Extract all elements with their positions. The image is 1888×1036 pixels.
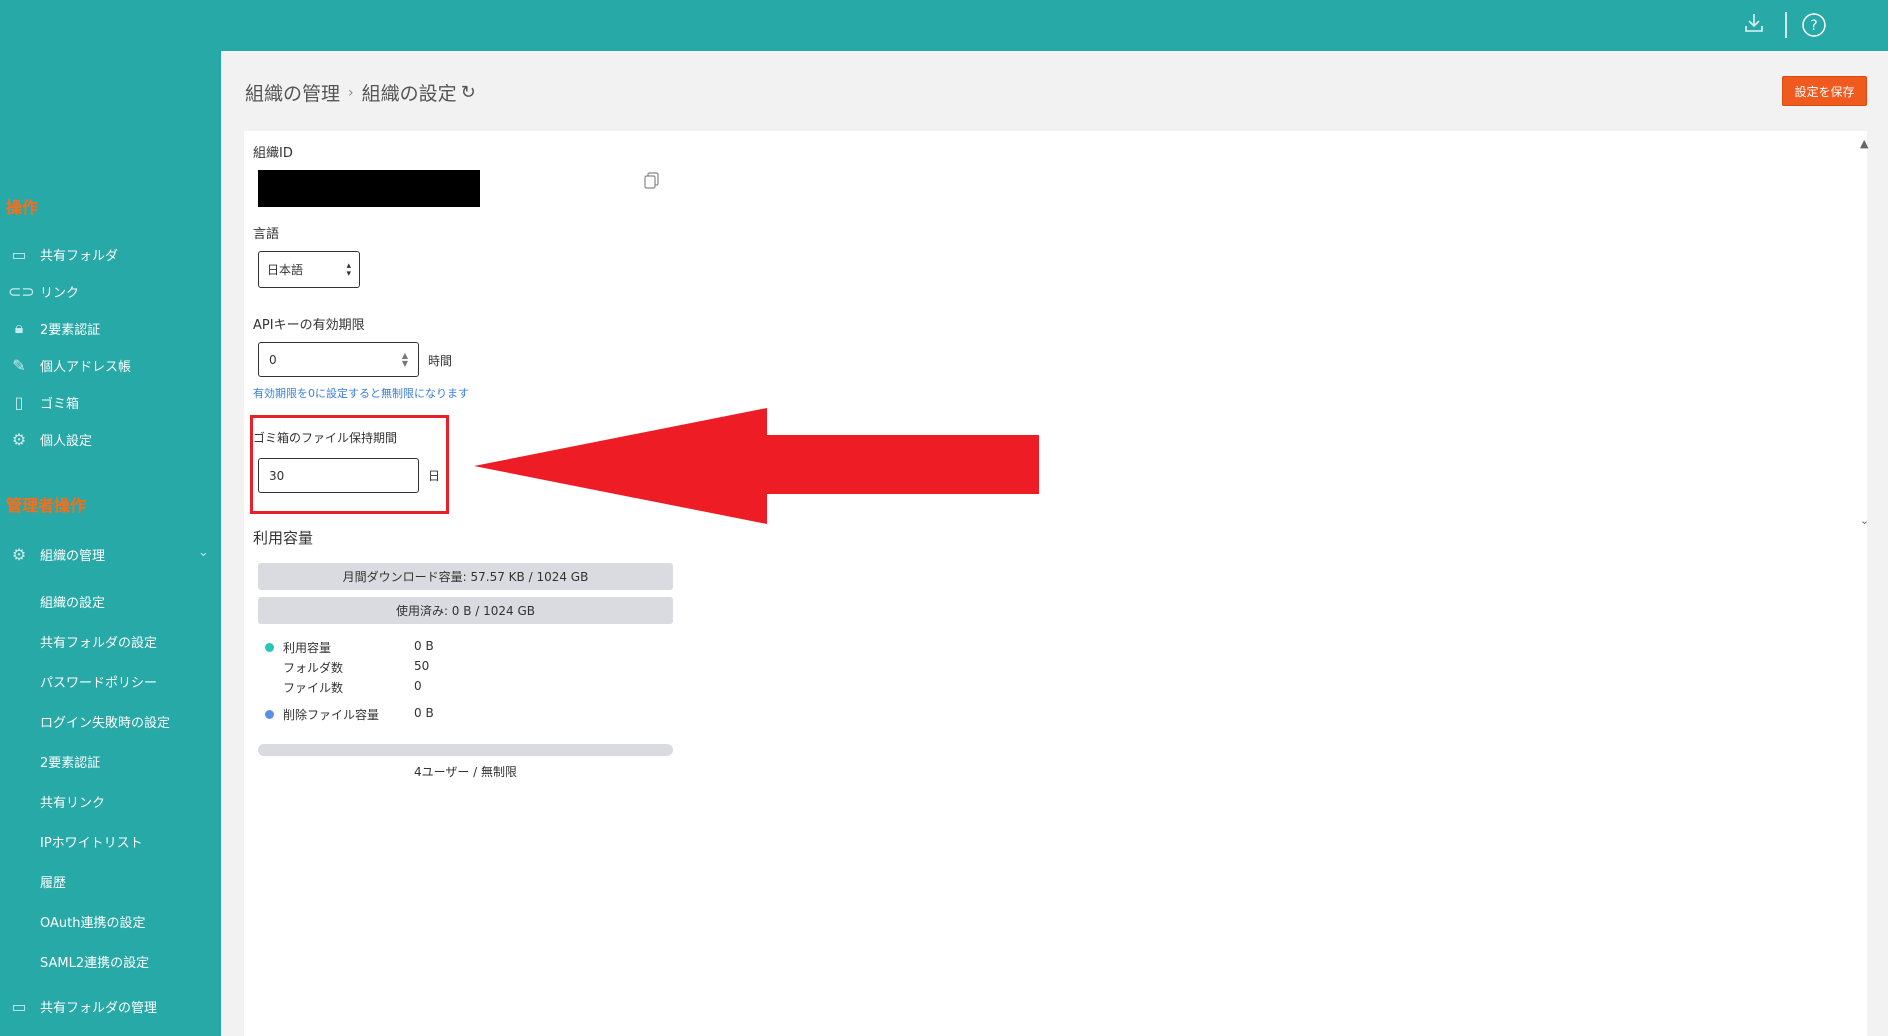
- sidebar-item-personal-settings[interactable]: ⚙ 個人設定: [8, 427, 92, 451]
- download-icon[interactable]: [1744, 12, 1764, 40]
- sidebar-subitem-history[interactable]: 履歴: [40, 872, 66, 891]
- sidebar-subitem-password-policy[interactable]: パスワードポリシー: [40, 672, 157, 691]
- used-value: 0 B: [414, 639, 434, 653]
- file-count-label: ファイル数: [283, 681, 344, 695]
- sidebar-item-label: リンク: [40, 285, 80, 301]
- sidebar-item-label: 共有フォルダの管理: [40, 1000, 158, 1016]
- breadcrumb-current: 組織の設定: [361, 83, 457, 105]
- sidebar-subitem-login-failure[interactable]: ログイン失敗時の設定: [40, 712, 170, 731]
- section-ops: 操作: [6, 198, 39, 217]
- sidebar-item-2fa[interactable]: 🔒︎ 2要素認証: [8, 316, 101, 340]
- gear-icon: ⚙: [11, 429, 27, 449]
- breadcrumb: 組織の管理 › 組織の設定 ↻: [245, 79, 476, 106]
- lock-icon: 🔒︎: [14, 318, 24, 337]
- sidebar-item-shared-folder-manage[interactable]: ▭ 共有フォルダの管理: [8, 994, 157, 1018]
- sidebar-item-link[interactable]: ⊂⊃ リンク: [8, 279, 79, 303]
- shared-folder-icon: ▭: [11, 244, 27, 264]
- sidebar-item-shared-folder[interactable]: ▭ 共有フォルダ: [8, 242, 118, 266]
- file-count-value: 0: [414, 679, 422, 693]
- usage-title: 利用容量: [253, 529, 314, 547]
- trash-retention-label: ゴミ箱のファイル保持期間: [253, 431, 398, 445]
- number-spinner-icon[interactable]: ▲ ▼: [402, 351, 408, 368]
- org-id-value-redacted: [258, 170, 480, 207]
- top-bar: ?: [0, 0, 1888, 51]
- topbar-divider: [1785, 12, 1787, 38]
- save-settings-button[interactable]: 設定を保存: [1782, 76, 1867, 106]
- trash-retention-value: 30: [269, 468, 285, 483]
- trash-icon: ▯: [14, 392, 24, 412]
- sidebar-subitem-saml2[interactable]: SAML2連携の設定: [40, 952, 149, 971]
- sidebar-item-trash[interactable]: ▯ ゴミ箱: [8, 390, 79, 414]
- trash-retention-unit: 日: [428, 469, 441, 483]
- folder-count-label: フォルダ数: [283, 661, 344, 675]
- annotation-arrow: [474, 408, 1039, 524]
- api-key-expiry-unit: 時間: [428, 354, 453, 368]
- api-key-expiry-value: 0: [269, 352, 277, 367]
- main-area: 組織の管理 › 組織の設定 ↻ 設定を保存 ▲ ⌄ 組織ID 言語 日本語 ▴ ▾…: [221, 51, 1888, 1036]
- scroll-down-icon[interactable]: ⌄: [1860, 514, 1869, 527]
- language-select[interactable]: 日本語 ▴ ▾: [258, 251, 360, 288]
- sidebar-item-label: 組織の管理: [40, 548, 106, 564]
- edit-icon: ✎: [12, 355, 26, 375]
- breadcrumb-separator-icon: ›: [348, 84, 354, 101]
- sidebar-subitem-2fa[interactable]: 2要素認証: [40, 752, 100, 771]
- deleted-label: 削除ファイル容量: [283, 708, 380, 722]
- sidebar-subitem-shared-folder-settings[interactable]: 共有フォルダの設定: [40, 632, 157, 651]
- sidebar-subitem-shared-link[interactable]: 共有リンク: [40, 792, 105, 811]
- api-key-expiry-label: APIキーの有効期限: [253, 318, 365, 333]
- language-label: 言語: [253, 227, 280, 242]
- used-legend-dot: [265, 643, 274, 652]
- chevron-down-icon[interactable]: ⌄: [198, 545, 209, 560]
- sidebar-subitem-ip-whitelist[interactable]: IPホワイトリスト: [40, 832, 143, 851]
- sidebar-subitem-org-settings[interactable]: 組織の設定: [40, 592, 105, 611]
- folder-open-icon: ▭: [11, 996, 27, 1016]
- monthly-download-bar: 月間ダウンロード容量: 57.57 KB / 1024 GB: [258, 563, 673, 590]
- user-count-text: 4ユーザー / 無制限: [413, 765, 518, 779]
- deleted-value: 0 B: [414, 706, 434, 720]
- sidebar-item-label: 個人アドレス帳: [40, 359, 132, 375]
- copy-icon[interactable]: [644, 172, 660, 194]
- org-id-label: 組織ID: [253, 146, 293, 161]
- scroll-up-icon[interactable]: ▲: [1860, 137, 1868, 150]
- sidebar-subitem-oauth[interactable]: OAuth連携の設定: [40, 912, 145, 931]
- folder-count-value: 50: [414, 659, 430, 673]
- refresh-icon[interactable]: ↻: [461, 82, 476, 103]
- sidebar-item-org-manage[interactable]: ⚙ 組織の管理: [8, 542, 105, 566]
- select-arrows-icon: ▴ ▾: [346, 260, 351, 279]
- api-key-expiry-hint: 有効期限を0に設定すると無制限になります: [253, 387, 469, 400]
- breadcrumb-parent[interactable]: 組織の管理: [245, 79, 340, 106]
- used-capacity-bar: 使用済み: 0 B / 1024 GB: [258, 597, 673, 624]
- link-icon: ⊂⊃: [8, 281, 35, 301]
- api-key-expiry-input[interactable]: 0 ▲ ▼: [258, 342, 419, 377]
- trash-retention-input[interactable]: 30: [258, 458, 419, 493]
- deleted-legend-dot: [265, 710, 274, 719]
- help-icon[interactable]: ?: [1801, 12, 1827, 44]
- sidebar-item-label: 2要素認証: [40, 322, 101, 338]
- svg-text:?: ?: [1810, 18, 1817, 34]
- section-admin: 管理者操作: [6, 496, 87, 515]
- sidebar-item-label: 個人設定: [40, 433, 93, 449]
- used-label: 利用容量: [283, 641, 332, 655]
- gear-icon: ⚙: [11, 544, 27, 564]
- sidebar-item-address-book[interactable]: ✎ 個人アドレス帳: [8, 353, 131, 377]
- settings-card: ▲ ⌄ 組織ID 言語 日本語 ▴ ▾ APIキーの有効期限 0 ▲ ▼ 時間 有効…: [244, 131, 1869, 1036]
- language-select-value: 日本語: [267, 263, 304, 277]
- sidebar-item-label: 共有フォルダ: [40, 248, 119, 264]
- sidebar-item-label: ゴミ箱: [40, 396, 80, 412]
- user-count-bar: [258, 744, 673, 756]
- sidebar: 操作 ▭ 共有フォルダ ⊂⊃ リンク 🔒︎ 2要素認証 ✎ 個人アドレス帳 ▯ …: [0, 51, 221, 1036]
